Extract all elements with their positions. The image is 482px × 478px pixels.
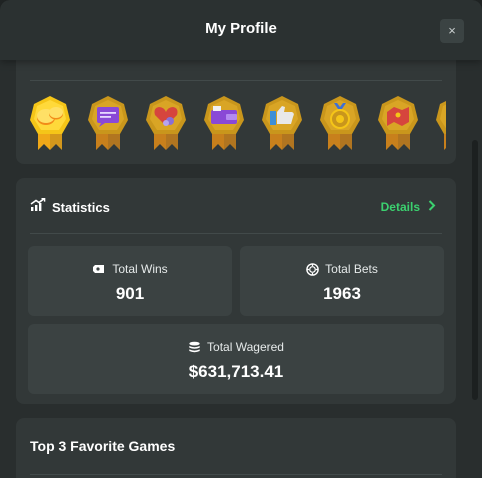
wallet-badge-icon[interactable] <box>200 94 248 154</box>
total-wins-label: Total Wins <box>112 262 168 276</box>
total-bets-value: 1963 <box>323 284 361 303</box>
profile-scroll-area[interactable]: " Statistics Details Total Wins 901 Tota… <box>0 0 482 478</box>
divider <box>30 233 442 234</box>
total-wagered-box: Total Wagered $631,713.41 <box>28 324 444 394</box>
chevron-right-icon <box>428 199 436 214</box>
chat-badge-icon[interactable] <box>84 94 132 154</box>
heart-badge-icon[interactable] <box>142 94 190 154</box>
details-link[interactable]: Details <box>381 199 436 214</box>
total-wins-box: Total Wins 901 <box>28 246 232 316</box>
statistics-card: Statistics Details Total Wins 901 Total … <box>16 178 456 404</box>
divider <box>30 474 442 475</box>
divider <box>30 80 442 81</box>
coins-badge-icon[interactable] <box>26 94 74 154</box>
map-badge-icon[interactable] <box>374 94 422 154</box>
statistics-header: Statistics <box>30 197 110 217</box>
favorite-games-title: Top 3 Favorite Games <box>30 438 176 454</box>
close-button[interactable]: × <box>440 19 464 43</box>
modal-title: My Profile <box>205 20 277 37</box>
total-bets-label-row: Total Bets <box>240 262 444 276</box>
total-wagered-value: $631,713.41 <box>188 362 284 381</box>
total-wagered-label-row: Total Wagered <box>28 340 444 354</box>
total-bets-label: Total Bets <box>325 262 378 276</box>
badges-row <box>26 94 446 154</box>
statistics-chart-icon <box>30 197 46 217</box>
ticket-icon <box>92 263 106 275</box>
badges-card: " <box>16 50 456 164</box>
scrollbar-thumb[interactable] <box>472 140 478 400</box>
favorite-games-card: Top 3 Favorite Games <box>16 418 456 478</box>
total-wagered-label: Total Wagered <box>207 340 284 354</box>
profile-modal: " Statistics Details Total Wins 901 Tota… <box>0 0 482 478</box>
partial-badge-icon[interactable] <box>432 94 446 154</box>
statistics-title: Statistics <box>52 199 110 215</box>
chip-icon <box>306 262 319 276</box>
modal-header: My Profile × <box>0 0 482 60</box>
details-label: Details <box>380 199 420 214</box>
total-wins-label-row: Total Wins <box>28 262 232 276</box>
total-bets-box: Total Bets 1963 <box>240 246 444 316</box>
close-icon: × <box>448 23 456 38</box>
thumbs-up-badge-icon[interactable] <box>258 94 306 154</box>
total-wins-value: 901 <box>115 284 145 303</box>
coin-stack-icon <box>188 341 201 354</box>
medal-badge-icon[interactable] <box>316 94 364 154</box>
